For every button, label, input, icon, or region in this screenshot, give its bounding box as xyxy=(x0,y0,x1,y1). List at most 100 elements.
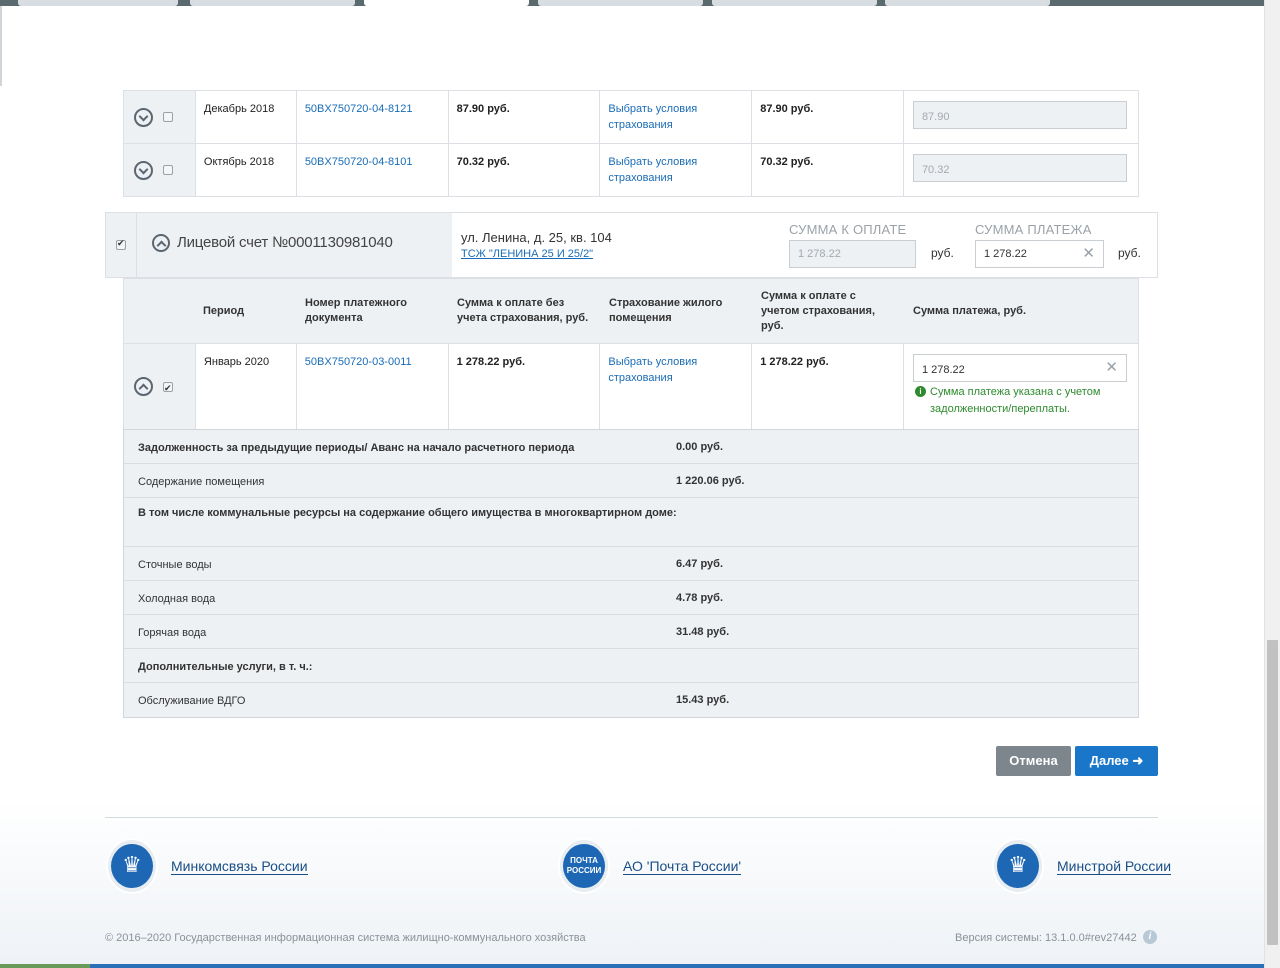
account-number: Лицевой счет №0001130981040 xyxy=(176,234,393,251)
payment-sum-label: СУММА ПЛАТЕЖА xyxy=(975,222,1092,237)
window-edge xyxy=(0,6,2,86)
detail-value: 1 220.06 руб. xyxy=(676,475,745,487)
detail-row: Дополнительные услуги, в т. ч.: xyxy=(124,649,1138,683)
scrollbar[interactable] xyxy=(1264,0,1280,968)
detail-label: В том числе коммунальные ресурсы на соде… xyxy=(138,507,677,519)
info-dot-icon: i xyxy=(915,386,926,397)
period-cell: Октябрь 2018 xyxy=(194,143,297,197)
detail-label: Содержание помещения xyxy=(138,476,265,488)
payment-sum-value: 1 278.22 xyxy=(984,248,1027,260)
header-doc-number: Номер платежного документа xyxy=(305,297,407,324)
mincomsvyaz-emblem[interactable]: ♛ xyxy=(106,838,158,894)
document-number-link[interactable]: 50BX750720-04-8101 xyxy=(305,156,413,168)
insurance-link[interactable]: Выбрать условия страхования xyxy=(608,156,697,184)
period-cell: Январь 2020 xyxy=(194,343,297,430)
post-logo: ПОЧТА РОССИИ xyxy=(563,844,605,888)
sum-cell: 1 278.22 руб. xyxy=(447,343,601,430)
browser-tab[interactable] xyxy=(538,0,703,6)
previous-documents-table: Декабрь 2018 50BX750720-04-8121 87.90 ру… xyxy=(123,90,1140,197)
sum-cell: 87.90 руб. xyxy=(447,90,601,144)
document-number-link[interactable]: 50BX750720-03-0011 xyxy=(305,356,412,368)
eagle-emblem-icon: ♛ xyxy=(111,844,153,888)
period-cell: Декабрь 2018 xyxy=(194,90,297,144)
table-header: Период Номер платежного документа Сумма … xyxy=(123,278,1139,344)
minstroy-emblem[interactable]: ♛ xyxy=(992,838,1044,894)
table-row: Декабрь 2018 50BX750720-04-8121 87.90 ру… xyxy=(123,90,1140,144)
organization-link[interactable]: ТСЖ "ЛЕНИНА 25 И 25/2" xyxy=(461,248,593,260)
hint-text: Сумма платежа указана с учетом задолженн… xyxy=(930,386,1101,415)
detail-label: Обслуживание ВДГО xyxy=(138,695,246,707)
clear-icon[interactable]: ✕ xyxy=(1105,360,1118,376)
clear-icon[interactable]: ✕ xyxy=(1082,246,1095,262)
row-checkbox[interactable] xyxy=(163,112,173,122)
account-checkbox-cell xyxy=(106,213,136,277)
header-sum: Сумма к оплате без учета страхования, ру… xyxy=(457,297,589,324)
detail-label: Холодная вода xyxy=(138,593,216,605)
footer-link-post[interactable]: АО 'Почта России' xyxy=(623,858,742,875)
cancel-button[interactable]: Отмена xyxy=(996,746,1071,776)
row-controls xyxy=(123,343,196,430)
sum-to-pay-field: 1 278.22 xyxy=(789,240,916,268)
next-button[interactable]: Далее ➜ xyxy=(1075,746,1158,776)
detail-label: Дополнительные услуги, в т. ч.: xyxy=(138,661,313,673)
row-checkbox[interactable] xyxy=(163,165,173,175)
payment-amount-input[interactable]: 70.32 xyxy=(912,154,1127,182)
browser-tab[interactable] xyxy=(885,0,1050,6)
row-controls xyxy=(123,90,196,144)
account-title-cell: Лицевой счет №0001130981040 xyxy=(136,213,452,277)
insurance-link[interactable]: Выбрать условия страхования xyxy=(608,356,697,384)
sum-cell: 70.32 руб. xyxy=(447,143,601,197)
detail-label: Задолженность за предыдущие периоды/ Ава… xyxy=(138,442,575,454)
header-insurance: Страхование жилого помещения xyxy=(609,297,723,324)
detail-row: Холодная вода 4.78 руб. xyxy=(124,581,1138,615)
sum-to-pay-label: СУММА К ОПЛАТЕ xyxy=(789,222,907,237)
browser-tab[interactable] xyxy=(18,0,178,6)
post-emblem[interactable]: ПОЧТА РОССИИ xyxy=(558,838,610,894)
charges-detail: Задолженность за предыдущие периоды/ Ава… xyxy=(123,429,1139,718)
detail-row: Задолженность за предыдущие периоды/ Ава… xyxy=(124,430,1138,464)
payment-amount-input[interactable]: 87.90 xyxy=(912,101,1127,129)
document-number-link[interactable]: 50BX750720-04-8121 xyxy=(305,103,413,115)
detail-row: Горячая вода 31.48 руб. xyxy=(124,615,1138,649)
currency-label: руб. xyxy=(931,246,954,260)
detail-label: Сточные воды xyxy=(138,559,212,571)
version-text: Версия системы: 13.1.0.0#rev27442 xyxy=(955,932,1137,944)
header-payment: Сумма платежа, руб. xyxy=(913,305,1027,317)
next-button-label: Далее xyxy=(1089,753,1129,768)
browser-tab-active[interactable] xyxy=(364,0,529,6)
info-icon[interactable]: i xyxy=(1143,930,1157,944)
detail-value: 4.78 руб. xyxy=(676,592,724,604)
header-sum-with-insurance: Сумма к оплате с учетом страхования, руб… xyxy=(761,290,876,332)
account-checkbox[interactable] xyxy=(116,238,126,250)
collapse-chevron-icon[interactable] xyxy=(134,377,153,396)
account-title[interactable]: Лицевой счет №0001130981040 xyxy=(152,234,393,253)
detail-row: Содержание помещения 1 220.06 руб. xyxy=(124,464,1138,498)
detail-value: 0.00 руб. xyxy=(676,441,724,453)
footer-link-mincomsvyaz[interactable]: Минкомсвязь России xyxy=(171,858,308,875)
collapse-chevron-icon[interactable] xyxy=(152,234,170,253)
account-address: ул. Ленина, д. 25, кв. 104 xyxy=(461,230,612,245)
sum-with-insurance-cell: 87.90 руб. xyxy=(751,90,904,144)
expand-chevron-icon[interactable] xyxy=(134,107,153,127)
taskbar-start xyxy=(0,964,90,968)
row-controls xyxy=(123,143,196,197)
row-checkbox[interactable] xyxy=(163,380,173,396)
detail-label: Горячая вода xyxy=(138,627,207,639)
payment-sum-input[interactable]: 1 278.22 ✕ xyxy=(975,240,1104,268)
insurance-link[interactable]: Выбрать условия страхования xyxy=(608,103,697,131)
footer-link-minstroy[interactable]: Минстрой России xyxy=(1057,858,1172,875)
browser-tab-strip xyxy=(0,0,1280,6)
header-period: Период xyxy=(203,305,245,317)
scrollbar-thumb[interactable] xyxy=(1267,640,1278,945)
payment-amount-value: 1 278.22 xyxy=(921,364,965,376)
detail-row: Обслуживание ВДГО 15.43 руб. xyxy=(124,683,1138,717)
detail-value: 15.43 руб. xyxy=(676,694,730,706)
browser-tab[interactable] xyxy=(190,0,355,6)
eagle-emblem-icon: ♛ xyxy=(997,844,1039,888)
account-header: Лицевой счет №0001130981040 ул. Ленина, … xyxy=(105,212,1158,278)
payment-hint: i Сумма платежа указана с учетом задолже… xyxy=(915,384,1125,418)
payment-amount-input[interactable]: 1 278.22 ✕ xyxy=(912,354,1127,382)
expand-chevron-icon[interactable] xyxy=(134,160,153,180)
browser-tab[interactable] xyxy=(712,0,877,6)
sum-with-insurance-cell: 70.32 руб. xyxy=(751,143,904,197)
